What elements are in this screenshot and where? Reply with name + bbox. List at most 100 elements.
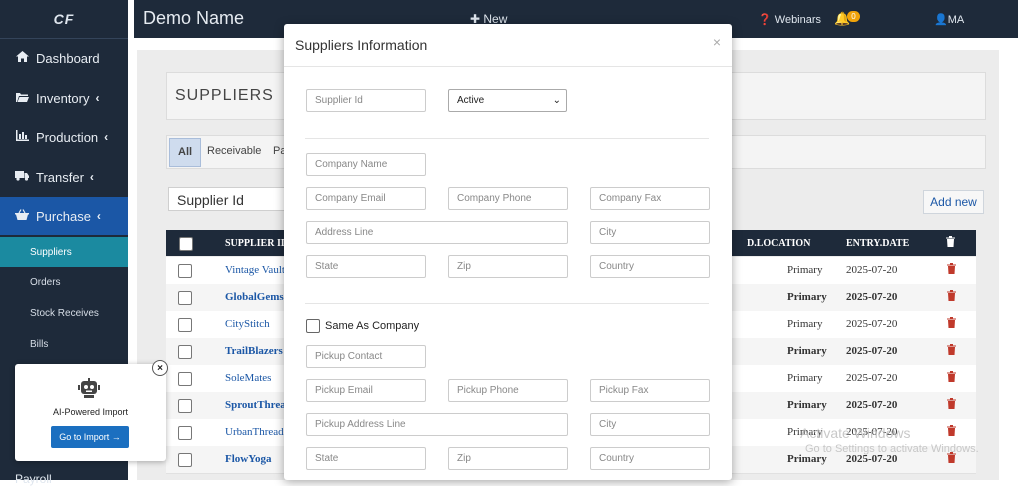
webinars-link[interactable]: ❓ Webinars	[758, 13, 821, 26]
sidebar-item-purchase[interactable]: Purchase ‹	[0, 197, 128, 235]
add-new-button[interactable]: Add new	[923, 190, 984, 214]
delete-icon[interactable]	[947, 398, 956, 412]
user-menu[interactable]: 👤MA	[934, 13, 964, 26]
sidebar-subitem-stock-receives[interactable]: Stock Receives	[0, 298, 128, 328]
pickup-contact-field[interactable]	[306, 345, 426, 368]
pickup-country-field[interactable]	[590, 447, 710, 470]
section-divider	[305, 138, 709, 139]
status-select[interactable]: Active ⌄	[448, 89, 567, 112]
close-icon[interactable]: ×	[713, 34, 721, 50]
chevron-left-icon: ‹	[89, 170, 94, 184]
truck-icon	[15, 170, 29, 184]
chevron-left-icon: ‹	[96, 209, 101, 223]
same-as-company-label: Same As Company	[325, 320, 420, 332]
sidebar-subitem-label: Suppliers	[30, 246, 72, 258]
pickup-zip-field[interactable]	[448, 447, 568, 470]
close-icon[interactable]: ×	[152, 360, 168, 376]
location-cell: Primary	[787, 372, 823, 384]
trash-icon[interactable]	[946, 236, 955, 250]
sidebar-subitem-orders[interactable]: Orders	[0, 267, 128, 297]
go-to-import-button[interactable]: Go to Import →	[51, 426, 129, 448]
search-field[interactable]: Supplier Id	[168, 187, 286, 211]
logo-text: CF	[53, 11, 75, 27]
user-label: MA	[947, 14, 965, 26]
state-field[interactable]	[306, 255, 426, 278]
sidebar-subitem-bills[interactable]: Bills	[0, 329, 128, 359]
location-cell: Primary	[787, 399, 827, 411]
location-cell: Primary	[787, 291, 827, 303]
section-heading: SUPPLIERS	[175, 87, 274, 104]
brand-logo[interactable]: CF	[0, 0, 128, 39]
checkbox-box[interactable]	[306, 319, 320, 333]
pickup-city-field[interactable]	[590, 413, 710, 436]
delete-icon[interactable]	[947, 290, 956, 304]
supplier-link[interactable]: UrbanThreadz	[225, 426, 289, 438]
select-all-checkbox[interactable]	[179, 237, 193, 251]
delete-icon[interactable]	[947, 344, 956, 358]
delete-icon[interactable]	[947, 371, 956, 385]
delete-icon[interactable]	[947, 425, 956, 439]
supplier-link[interactable]: SproutThread	[225, 399, 292, 411]
supplier-link[interactable]: CityStitch	[225, 318, 270, 330]
basket-icon	[15, 209, 29, 223]
row-checkbox[interactable]	[178, 264, 192, 278]
company-email-field[interactable]	[306, 187, 426, 210]
delete-icon[interactable]	[947, 263, 956, 277]
robot-icon	[78, 378, 100, 398]
modal-title: Suppliers Information	[295, 37, 428, 53]
pickup-email-field[interactable]	[306, 379, 426, 402]
pickup-state-field[interactable]	[306, 447, 426, 470]
date-cell: 2025-07-20	[846, 399, 898, 411]
status-selected-value: Active	[457, 95, 485, 106]
supplier-link[interactable]: GlobalGems	[225, 291, 284, 303]
sidebar-item-payroll[interactable]: Payroll	[15, 472, 52, 486]
supplier-link[interactable]: FlowYoga	[225, 453, 271, 465]
row-checkbox[interactable]	[178, 345, 192, 359]
sidebar-item-production[interactable]: Production ‹	[0, 118, 128, 156]
row-checkbox[interactable]	[178, 453, 192, 467]
supplier-link[interactable]: TrailBlazers	[225, 345, 283, 357]
section-divider	[305, 303, 709, 304]
sidebar-item-label: Dashboard	[36, 50, 100, 66]
bar-chart-icon	[15, 130, 29, 144]
chevron-left-icon: ‹	[95, 91, 100, 105]
sidebar-item-dashboard[interactable]: Dashboard	[0, 39, 128, 77]
ai-import-label: AI-Powered Import	[52, 407, 129, 417]
pickup-fax-field[interactable]	[590, 379, 710, 402]
sidebar-item-inventory[interactable]: Inventory ‹	[0, 79, 128, 117]
company-fax-field[interactable]	[590, 187, 710, 210]
sidebar-subitem-label: Stock Receives	[30, 307, 99, 319]
country-field[interactable]	[590, 255, 710, 278]
pickup-address-line-field[interactable]	[306, 413, 568, 436]
city-field[interactable]	[590, 221, 710, 244]
pickup-phone-field[interactable]	[448, 379, 568, 402]
row-checkbox[interactable]	[178, 372, 192, 386]
tab-all[interactable]: All	[169, 138, 202, 167]
notification-badge: 0	[847, 11, 860, 22]
location-cell: Primary	[787, 345, 827, 357]
sidebar-item-label: Inventory	[36, 90, 90, 106]
sidebar-item-transfer[interactable]: Transfer ‹	[0, 158, 128, 196]
supplier-link[interactable]: SoleMates	[225, 372, 271, 384]
supplier-link[interactable]: Vintage Vault	[225, 264, 285, 276]
row-checkbox[interactable]	[178, 318, 192, 332]
supplier-id-field[interactable]	[306, 89, 426, 112]
webinars-label: Webinars	[774, 14, 822, 26]
sidebar-item-label: Payroll	[15, 472, 52, 486]
sidebar-subitem-suppliers[interactable]: Suppliers	[0, 237, 128, 267]
tab-receivable[interactable]: Receivable	[199, 138, 269, 165]
row-checkbox[interactable]	[178, 291, 192, 305]
zip-field[interactable]	[448, 255, 568, 278]
company-phone-field[interactable]	[448, 187, 568, 210]
notifications-button[interactable]: 🔔0	[834, 11, 860, 27]
column-header-supplier-id[interactable]: SUPPLIER ID	[225, 238, 288, 249]
column-header-d-location[interactable]: D.LOCATION	[747, 238, 810, 249]
address-line-field[interactable]	[306, 221, 568, 244]
company-name-field[interactable]	[306, 153, 426, 176]
row-checkbox[interactable]	[178, 426, 192, 440]
row-checkbox[interactable]	[178, 399, 192, 413]
delete-icon[interactable]	[947, 317, 956, 331]
chevron-down-icon: ⌄	[552, 95, 561, 106]
same-as-company-checkbox[interactable]: Same As Company	[306, 319, 419, 333]
column-header-entry-date[interactable]: ENTRY.DATE	[846, 238, 909, 249]
